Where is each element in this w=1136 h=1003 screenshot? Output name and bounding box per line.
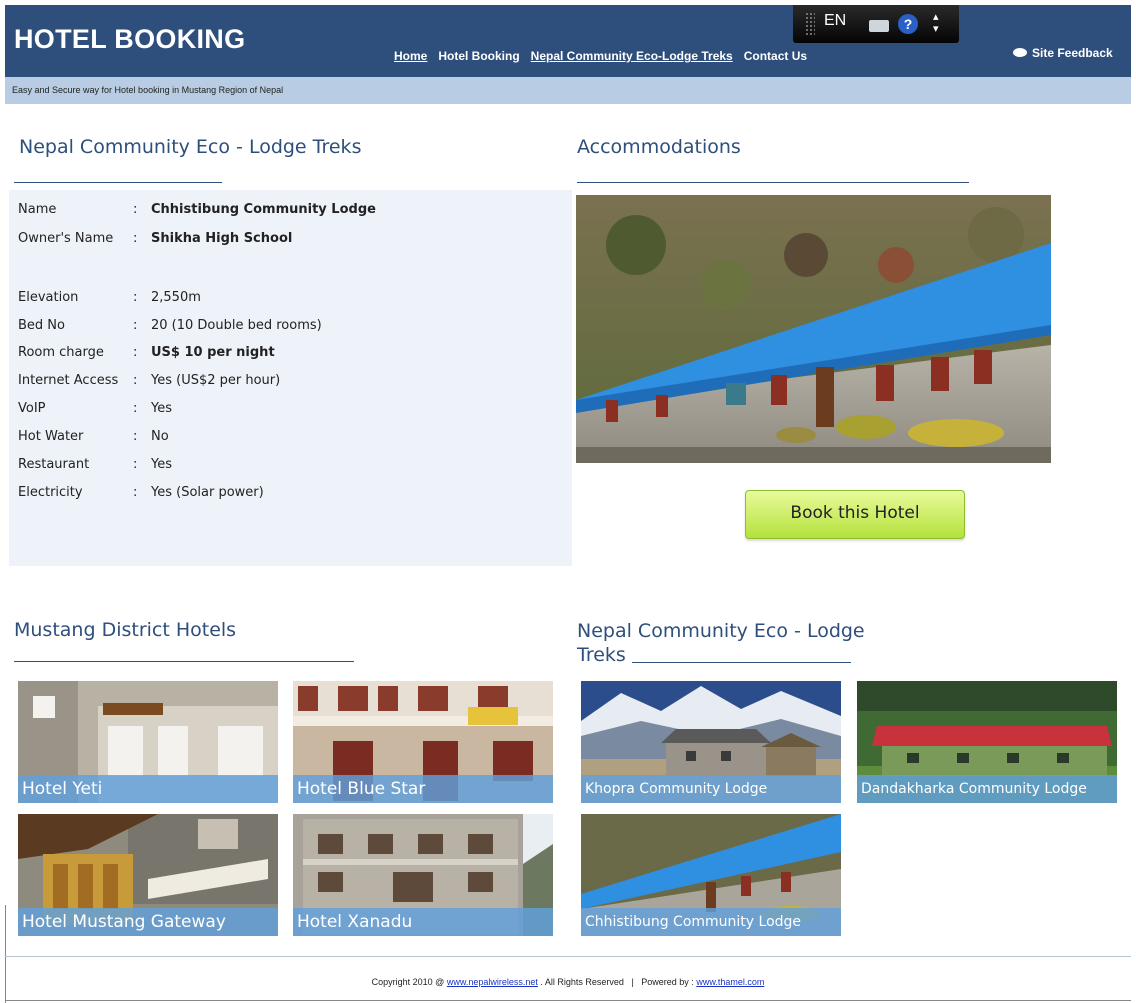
detail-label: Elevation (18, 290, 79, 305)
detail-label: Hot Water (18, 429, 84, 444)
nav-contact-us[interactable]: Contact Us (744, 49, 807, 63)
detail-label: Owner's Name (18, 231, 114, 246)
thumb-caption: Khopra Community Lodge (581, 775, 841, 803)
lodge-thumb-dandakharka[interactable]: Dandakharka Community Lodge (857, 681, 1117, 803)
book-hotel-button[interactable]: Book this Hotel (745, 490, 965, 539)
site-feedback-link[interactable]: Site Feedback (1013, 46, 1113, 60)
detail-value: 20 (10 Double bed rooms) (151, 318, 322, 333)
hotel-thumb-mustang-gateway[interactable]: Hotel Mustang Gateway (18, 814, 278, 936)
eco-lodges-heading-line2: Treks (577, 644, 626, 666)
mustang-hotels-heading: Mustang District Hotels (14, 619, 237, 641)
detail-label: VoIP (18, 401, 46, 416)
footer: Copyright 2010 @ www.nepalwireless.net .… (0, 977, 1136, 987)
keyboard-icon[interactable] (869, 20, 889, 32)
hotel-thumb-yeti[interactable]: Hotel Yeti (18, 681, 278, 803)
nav-eco-lodge-treks[interactable]: Nepal Community Eco-Lodge Treks (531, 49, 733, 63)
thumb-caption: Hotel Blue Star (293, 775, 553, 803)
detail-value: Chhistibung Community Lodge (151, 202, 376, 217)
nav-hotel-booking[interactable]: Hotel Booking (438, 49, 519, 63)
language-toolbar: EN ? ▴ ▾ (793, 5, 959, 43)
expand-icon[interactable]: ▴ ▾ (933, 11, 939, 35)
heading-underline (632, 662, 851, 663)
detail-value: Yes (Solar power) (151, 485, 264, 500)
footer-link-thamel[interactable]: www.thamel.com (696, 977, 764, 987)
heading-underline (14, 661, 354, 662)
nav-home[interactable]: Home (394, 49, 427, 63)
detail-label: Internet Access (18, 373, 119, 388)
detail-value: 2,550m (151, 290, 201, 305)
thumb-caption: Chhistibung Community Lodge (581, 908, 841, 936)
footer-link-nepalwireless[interactable]: www.nepalwireless.net (447, 977, 538, 987)
thumb-caption: Dandakharka Community Lodge (857, 775, 1117, 803)
language-selector[interactable]: EN (824, 12, 846, 30)
thumb-caption: Hotel Mustang Gateway (18, 908, 278, 936)
detail-value: Yes (151, 457, 172, 472)
site-header: HOTEL BOOKING Home Hotel Booking Nepal Com… (5, 5, 1131, 77)
eco-lodges-heading: Nepal Community Eco - Lodge Treks (577, 619, 865, 667)
detail-label: Name (18, 202, 57, 217)
detail-value: US$ 10 per night (151, 345, 275, 360)
detail-label: Restaurant (18, 457, 90, 472)
main-nav: Home Hotel Booking Nepal Community Eco-Lod… (394, 49, 818, 63)
detail-value: Yes (151, 401, 172, 416)
detail-value: No (151, 429, 169, 444)
tagline-bar: Easy and Secure way for Hotel booking in… (5, 77, 1131, 104)
footer-rights: . All Rights Reserved | Powered by : (540, 977, 694, 987)
details-heading: Nepal Community Eco - Lodge Treks (19, 136, 362, 158)
heading-underline (14, 182, 222, 183)
lodge-thumb-khopra[interactable]: Khopra Community Lodge (581, 681, 841, 803)
page-border (5, 1000, 1131, 1001)
hotel-thumb-blue-star[interactable]: Hotel Blue Star (293, 681, 553, 803)
help-icon[interactable]: ? (898, 14, 918, 34)
lodge-photo (576, 195, 1051, 463)
page-border (5, 905, 6, 1003)
grip-icon[interactable] (805, 12, 815, 36)
detail-label: Room charge (18, 345, 104, 360)
detail-value: Shikha High School (151, 231, 293, 246)
lodge-thumb-chhistibung[interactable]: Chhistibung Community Lodge (581, 814, 841, 936)
site-feedback-label: Site Feedback (1032, 46, 1113, 60)
detail-value: Yes (US$2 per hour) (151, 373, 281, 388)
accommodations-heading: Accommodations (577, 136, 741, 158)
detail-label: Electricity (18, 485, 83, 500)
speech-bubble-icon (1013, 48, 1027, 57)
site-title: HOTEL BOOKING (14, 24, 246, 54)
footer-divider (5, 956, 1131, 957)
footer-copyright: Copyright 2010 @ (371, 977, 445, 987)
heading-underline (577, 182, 969, 183)
hotel-thumb-xanadu[interactable]: Hotel Xanadu (293, 814, 553, 936)
detail-label: Bed No (18, 318, 65, 333)
tagline: Easy and Secure way for Hotel booking in… (12, 85, 284, 95)
thumb-caption: Hotel Yeti (18, 775, 278, 803)
thumb-caption: Hotel Xanadu (293, 908, 553, 936)
eco-lodges-heading-line1: Nepal Community Eco - Lodge (577, 620, 865, 642)
